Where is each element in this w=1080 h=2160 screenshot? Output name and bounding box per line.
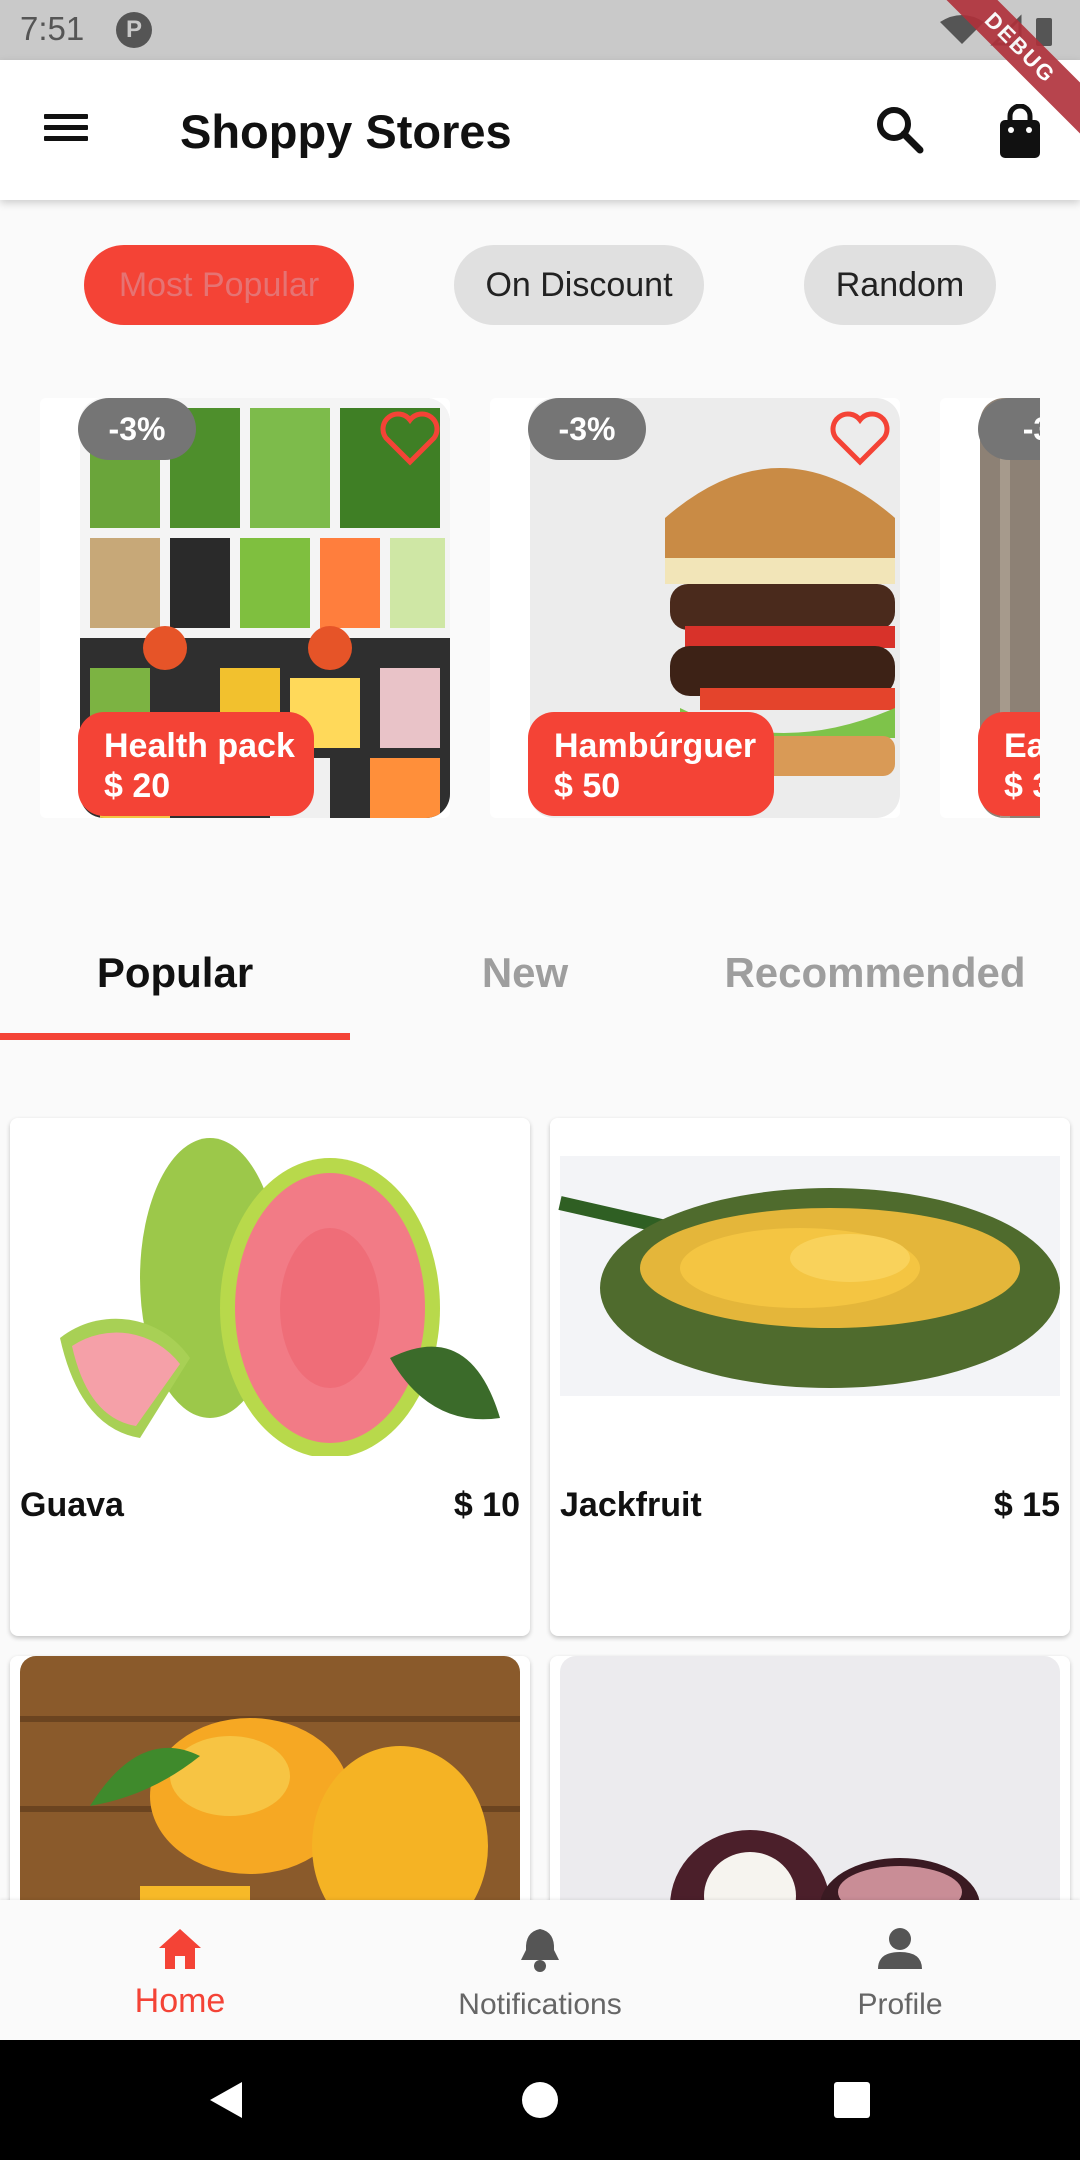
discount-badge: -3: [978, 398, 1040, 460]
product-card[interactable]: Guava $ 10: [10, 1118, 530, 1636]
nav-notifications[interactable]: Notifications: [360, 1900, 720, 2040]
nav-profile-label: Profile: [857, 1988, 943, 2021]
bottom-navigation: Home Notifications Profile: [0, 1900, 1080, 2040]
chip-random[interactable]: Random: [804, 245, 996, 325]
promo-name: Ea: [1004, 727, 1040, 765]
status-bar: 7:51 P: [0, 0, 1080, 60]
tab-indicator: [0, 1033, 350, 1040]
promo-card[interactable]: -3% Health pack $ 20: [40, 398, 450, 818]
tab-recommended[interactable]: Recommended: [700, 930, 1050, 1046]
promo-label: Hambúrguer $ 50: [528, 712, 774, 816]
promo-label: Health pack $ 20: [78, 712, 314, 816]
menu-icon[interactable]: [44, 108, 96, 152]
promo-price: $ 3: [1004, 767, 1040, 805]
recent-apps-icon[interactable]: [834, 2082, 870, 2118]
product-price: $ 15: [993, 1486, 1060, 1524]
product-image-jackfruit: [550, 1118, 1070, 1456]
nav-notifications-label: Notifications: [458, 1988, 622, 2021]
app-notification-icon: P: [116, 12, 152, 48]
shopping-bag-icon[interactable]: [996, 104, 1044, 160]
search-icon[interactable]: [874, 104, 926, 156]
app-bar: Shoppy Stores: [0, 60, 1080, 200]
app-title: Shoppy Stores: [180, 105, 512, 158]
promo-price: $ 20: [104, 767, 171, 805]
product-image-guava: [10, 1118, 530, 1458]
app-screen: 7:51 P DEBUG Shoppy Stores Most Popular …: [0, 0, 1080, 2160]
promo-price: $ 50: [554, 767, 621, 805]
promo-card[interactable]: -3% Hambúrguer $ 50: [490, 398, 900, 818]
nav-profile[interactable]: Profile: [720, 1900, 1080, 2040]
back-icon[interactable]: [206, 2080, 246, 2120]
product-name: Guava: [20, 1486, 124, 1524]
person-icon: [878, 1928, 922, 1969]
nav-home-label: Home: [134, 1982, 226, 2020]
home-icon: [159, 1929, 201, 1969]
home-button-icon[interactable]: [522, 2082, 558, 2118]
promo-carousel[interactable]: -3% Health pack $ 20 -3% Hambúrguer $ 50…: [40, 398, 1040, 818]
tab-bar: Popular New Recommended: [0, 930, 1080, 1046]
chip-most-popular[interactable]: Most Popular: [84, 245, 354, 325]
system-navigation-bar: [0, 2040, 1080, 2160]
tab-new[interactable]: New: [350, 930, 700, 1046]
promo-name: Hambúrguer: [554, 727, 757, 765]
nav-home[interactable]: Home: [0, 1900, 360, 2040]
bell-icon: [521, 1929, 559, 1972]
status-time: 7:51: [20, 10, 85, 47]
product-name: Jackfruit: [560, 1486, 702, 1524]
promo-card[interactable]: -3 Ea $ 3: [940, 398, 1040, 818]
heart-icon[interactable]: [378, 408, 442, 466]
product-card[interactable]: Jackfruit $ 15: [550, 1118, 1070, 1636]
tab-popular[interactable]: Popular: [0, 930, 350, 1046]
promo-name: Health pack: [104, 727, 295, 765]
discount-badge: -3%: [528, 398, 646, 460]
product-price: $ 10: [453, 1486, 520, 1524]
promo-label: Ea $ 3: [978, 712, 1040, 816]
heart-icon[interactable]: [828, 408, 892, 466]
chip-on-discount[interactable]: On Discount: [454, 245, 704, 325]
discount-badge: -3%: [78, 398, 196, 460]
